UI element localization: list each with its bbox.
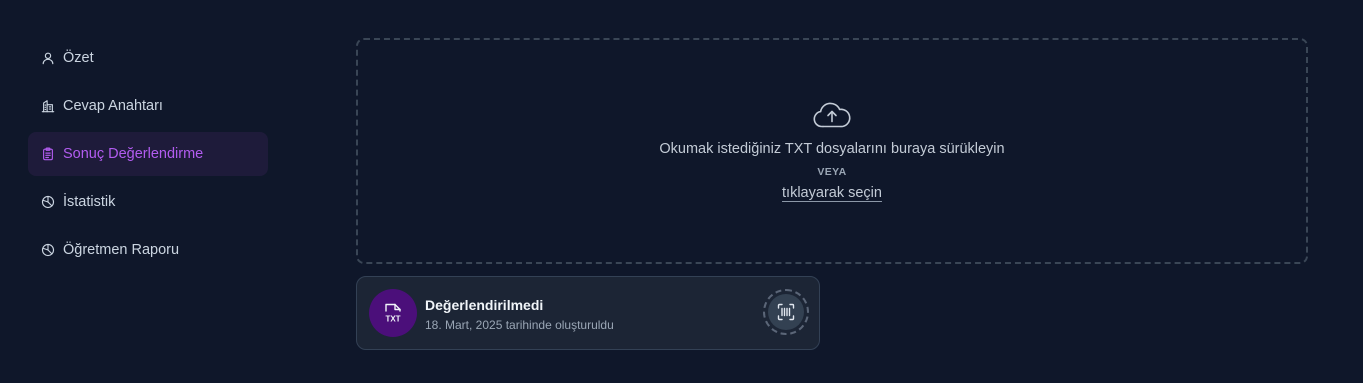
sidebar-item-label: Cevap Anahtarı bbox=[63, 98, 163, 114]
sidebar-item-label: Öğretmen Raporu bbox=[63, 242, 180, 258]
file-card[interactable]: TXT Değerlendirilmedi 18. Mart, 2025 tar… bbox=[356, 276, 820, 350]
file-status-title: Değerlendirilmedi bbox=[425, 297, 544, 313]
sidebar-item-label: Sonuç Değerlendirme bbox=[63, 146, 204, 162]
sidebar-item-istatistik[interactable]: İstatistik bbox=[28, 180, 268, 224]
cloud-upload-icon bbox=[812, 101, 852, 129]
clipboard-icon bbox=[41, 147, 55, 161]
file-created-date: 18. Mart, 2025 tarihinde oluşturuldu bbox=[425, 318, 614, 332]
barcode-scan-icon bbox=[768, 294, 804, 330]
building-icon bbox=[41, 99, 55, 113]
sidebar-item-ogretmen-raporu[interactable]: Öğretmen Raporu bbox=[28, 228, 268, 272]
user-icon bbox=[41, 51, 55, 65]
sidebar-item-label: İstatistik bbox=[63, 194, 116, 210]
file-type-label: TXT bbox=[385, 315, 400, 324]
select-files-link[interactable]: tıklayarak seçin bbox=[782, 185, 882, 201]
sidebar-item-sonuc-degerlendirme[interactable]: Sonuç Değerlendirme bbox=[28, 132, 268, 176]
file-dropzone[interactable]: Okumak istediğiniz TXT dosyalarını buray… bbox=[356, 38, 1308, 264]
sidebar-item-cevap-anahtari[interactable]: Cevap Anahtarı bbox=[28, 84, 268, 128]
txt-file-icon: TXT bbox=[369, 289, 417, 337]
sidebar-item-ozet[interactable]: Özet bbox=[28, 36, 268, 80]
pie-chart-icon bbox=[41, 243, 55, 257]
sidebar-item-label: Özet bbox=[63, 50, 94, 66]
dropzone-or-label: VEYA bbox=[817, 166, 847, 178]
sidebar-nav: Özet Cevap Anahtarı Sonuç Değerlendirme bbox=[28, 36, 268, 276]
pie-chart-icon bbox=[41, 195, 55, 209]
dropzone-instruction: Okumak istediğiniz TXT dosyalarını buray… bbox=[659, 141, 1005, 157]
scan-button[interactable] bbox=[763, 289, 809, 335]
